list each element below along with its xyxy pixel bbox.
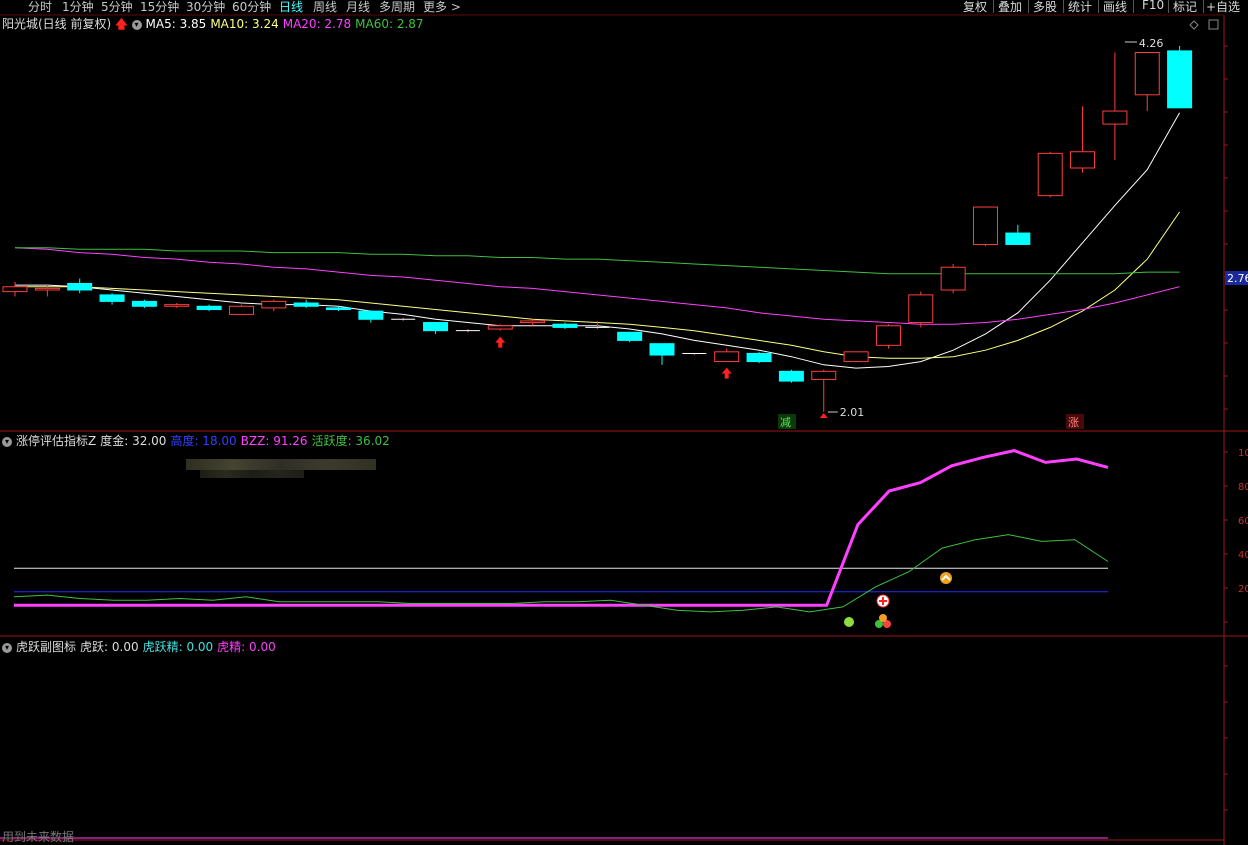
window-icon[interactable]: [1208, 19, 1219, 30]
candle-body: [164, 304, 190, 307]
indicator1-gaodu: 高度: 18.00: [170, 434, 237, 448]
axis-tick-label: 10: [1238, 448, 1248, 459]
ma60-label: MA60: 2.87: [355, 17, 424, 31]
candle-body: [326, 307, 351, 311]
buy-arrow-icon: [721, 367, 732, 379]
candle-body: [1134, 52, 1160, 96]
kline-chart[interactable]: 4.26 2.01 2.76 减 涨 10 80 60 40 20: [0, 0, 1248, 845]
dropdown-icon[interactable]: ▾: [2, 642, 12, 653]
candle-body: [940, 266, 966, 291]
apple-icon: [844, 617, 854, 627]
candle-body: [34, 287, 60, 291]
indicator1-dujin: 度金: 32.00: [100, 434, 167, 448]
indicator1-header: ▾ 涨停评估指标Z 度金: 32.00 高度: 18.00 BZZ: 91.26 活跃度:…: [2, 432, 394, 449]
indicator1-name: 涨停评估指标Z: [16, 434, 97, 448]
main-chart-header: 阳光城(日线 前复权) 🡅 ▾ MA5: 3.85 MA10: 3.24 MA20: 2.…: [2, 15, 428, 32]
candle-body: [875, 325, 901, 346]
candle-body: [973, 206, 998, 245]
candle-body: [196, 305, 222, 311]
buy-arrow-icon: [495, 336, 506, 348]
candle-body: [423, 322, 449, 332]
price-tag-label: 2.76: [1227, 272, 1248, 285]
ma5-label: MA5: 3.85: [145, 17, 207, 31]
ma20-label: MA20: 2.78: [282, 17, 352, 31]
ma10-label: MA10: 3.24: [210, 17, 279, 31]
indicator1-bzz: BZZ: 91.26: [240, 434, 308, 448]
indicator2-huyue: 虎跃: 0.00: [80, 640, 139, 654]
axis-tick-label: 80: [1238, 482, 1248, 493]
candle-body: [908, 294, 934, 324]
indicator2-name: 虎跃副图标: [16, 640, 77, 654]
low-triangle-icon: [819, 413, 828, 418]
blurred-region: [200, 470, 304, 478]
candle-body: [1167, 50, 1193, 109]
candle-body: [358, 310, 384, 320]
candle-body: [714, 351, 740, 363]
candle-body: [617, 331, 643, 341]
stock-title: 阳光城(日线 前复权): [2, 17, 112, 31]
candle-body: [778, 370, 804, 382]
dropdown-icon[interactable]: ▾: [2, 436, 12, 447]
up-mark: 涨: [1068, 416, 1079, 429]
candle-body: [1037, 152, 1063, 197]
candle-body: [649, 343, 675, 356]
candle-body: [1102, 110, 1128, 125]
indicator2-hujing: 虎精: 0.00: [217, 640, 276, 654]
candle-body: [228, 305, 254, 315]
axis-tick-label: 20: [1238, 584, 1248, 595]
candle-body: [67, 282, 93, 291]
indicator2-huyuejing: 虎跃精: 0.00: [142, 640, 214, 654]
candle-body: [746, 352, 772, 363]
blurred-region: [186, 459, 376, 470]
ma5-line: [15, 112, 1181, 369]
diamond-icon[interactable]: [1189, 20, 1199, 30]
candle-body: [99, 294, 125, 302]
low-price-label: 2.01: [840, 406, 865, 419]
ma10-line: [15, 211, 1181, 359]
up-arrow-icon: 🡅: [115, 17, 128, 31]
candle-body: [131, 300, 157, 307]
candle-body: [811, 370, 837, 380]
future-data-note: 用到未来数据: [2, 830, 75, 844]
candle-body: [487, 325, 513, 330]
axis-tick-label: 40: [1238, 550, 1248, 561]
down-mark: 减: [780, 416, 791, 429]
candle-body: [2, 286, 28, 293]
indicator2-header: ▾ 虎跃副图标 虎跃: 0.00 虎跃精: 0.00 虎精: 0.00: [2, 638, 280, 655]
candle-body: [843, 351, 869, 363]
candle-body: [552, 323, 578, 328]
high-price-label: 4.26: [1139, 37, 1164, 50]
candle-body: [1005, 232, 1031, 245]
cluster-icon: [879, 614, 887, 622]
up-signal-icon: [940, 572, 952, 584]
dropdown-icon[interactable]: ▾: [131, 19, 142, 30]
indicator1-huoyuedu: 活跃度: 36.02: [311, 434, 390, 448]
candle-body: [1070, 151, 1096, 169]
axis-tick-label: 60: [1238, 516, 1248, 527]
candle-body: [261, 300, 287, 309]
candle-body: [520, 320, 546, 324]
candle-body: [293, 302, 319, 307]
